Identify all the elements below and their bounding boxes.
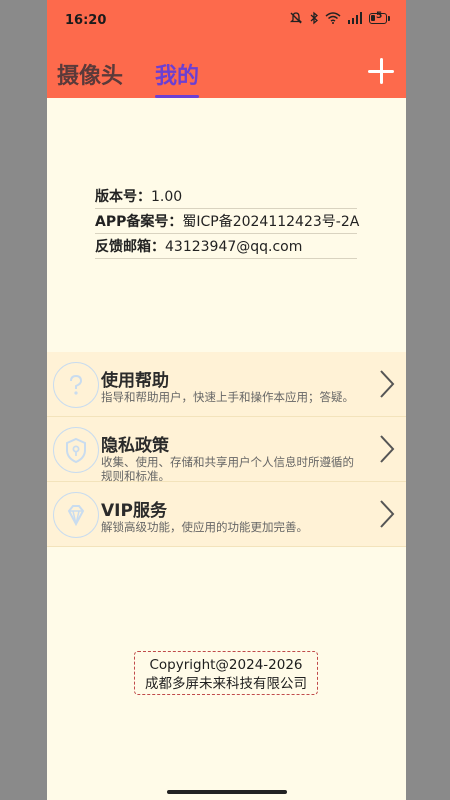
tab-mine[interactable]: 我的 <box>155 58 200 98</box>
question-icon <box>53 362 99 408</box>
company-name: 成都多屏未来科技有限公司 <box>145 676 307 692</box>
tab-camera[interactable]: 摄像头 <box>57 58 123 90</box>
shield-icon <box>53 427 99 473</box>
icp-row: APP备案号：蜀ICP备2024112423号-2A <box>95 211 360 234</box>
icp-label: APP备案号： <box>95 214 183 230</box>
menu-item-privacy[interactable]: 隐私政策 收集、使用、存储和共享用户个人信息时所遵循的规则和标准。 <box>47 417 406 483</box>
menu-item-vip[interactable]: VIP服务 解锁高级功能，使应用的功能更加完善。 <box>47 482 406 547</box>
email-value: 43123947@qq.com <box>165 239 303 255</box>
plus-icon[interactable] <box>368 58 394 84</box>
menu-item-title: 隐私政策 <box>101 436 169 456</box>
status-icons: 5 <box>289 11 390 25</box>
battery-level: 5 <box>376 10 383 21</box>
bluetooth-icon <box>310 11 318 25</box>
version-label: 版本号： <box>95 189 151 205</box>
menu-list: 使用帮助 指导和帮助用户，快速上手和操作本应用；答疑。 隐私政策 收集、使用、存… <box>47 352 406 547</box>
signal-icon <box>348 12 362 24</box>
icp-value: 蜀ICP备2024112423号-2A <box>182 214 360 230</box>
menu-item-title: VIP服务 <box>101 501 167 521</box>
chevron-right-icon <box>380 435 395 463</box>
copyright-box: Copyright@2024-2026 成都多屏未来科技有限公司 <box>134 651 318 695</box>
chevron-right-icon <box>380 370 395 398</box>
menu-item-desc: 收集、使用、存储和共享用户个人信息时所遵循的规则和标准。 <box>101 455 354 483</box>
menu-item-desc: 指导和帮助用户，快速上手和操作本应用；答疑。 <box>101 390 354 404</box>
version-row: 版本号：1.00 <box>95 186 357 209</box>
chevron-right-icon <box>380 500 395 528</box>
menu-item-desc: 解锁高级功能，使应用的功能更加完善。 <box>101 520 308 534</box>
app-info-section: 版本号：1.00 APP备案号：蜀ICP备2024112423号-2A 反馈邮箱… <box>95 186 360 261</box>
email-row: 反馈邮箱：43123947@qq.com <box>95 236 357 259</box>
menu-item-help[interactable]: 使用帮助 指导和帮助用户，快速上手和操作本应用；答疑。 <box>47 352 406 417</box>
tab-bar: 摄像头 我的 <box>57 58 200 98</box>
menu-item-title: 使用帮助 <box>101 371 169 391</box>
mute-icon <box>289 12 303 24</box>
status-time: 16:20 <box>65 13 107 28</box>
diamond-icon <box>53 492 99 538</box>
app-screen: 16:20 5 摄像头 我的 版本号：1.00 APP备案号：蜀ICP备2024… <box>47 0 406 800</box>
version-value: 1.00 <box>151 189 183 205</box>
wifi-icon <box>325 12 341 24</box>
copyright-line: Copyright@2024-2026 <box>149 657 303 673</box>
top-bar: 16:20 5 摄像头 我的 <box>47 0 406 98</box>
email-label: 反馈邮箱： <box>95 239 165 255</box>
home-indicator[interactable] <box>167 790 287 794</box>
battery-icon: 5 <box>369 10 390 24</box>
